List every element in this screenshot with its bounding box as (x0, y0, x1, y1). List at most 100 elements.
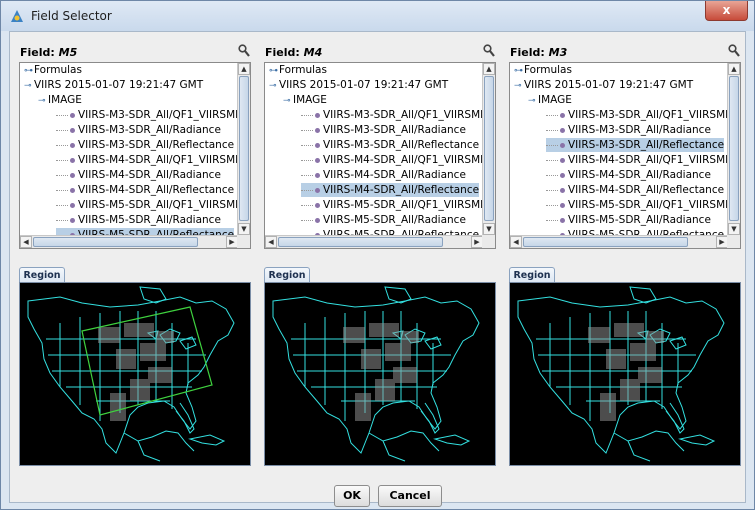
expanded-node-icon[interactable]: ⊸ (38, 94, 48, 108)
tree-item[interactable]: VIIRS-M5-SDR_All/QF1_VIIRSMBANDSDR (56, 198, 238, 212)
tree-item[interactable]: VIIRS-M3-SDR_All/Radiance (546, 123, 711, 137)
window-title: Field Selector (31, 9, 112, 23)
tree-node-dataset[interactable]: ⊸ VIIRS 2015-01-07 19:21:47 GMT (24, 78, 203, 92)
horizontal-scrollbar[interactable]: ◀ ▶ (265, 235, 483, 248)
expanded-node-icon[interactable]: ⊸ (514, 79, 524, 93)
close-button[interactable]: x (705, 1, 748, 21)
tree-item[interactable]: VIIRS-M3-SDR_All/Radiance (301, 123, 466, 137)
tree-node-label: VIIRS-M4-SDR_All/QF1_VIIRSMBANDSDR (323, 154, 483, 166)
tree-node-formulas[interactable]: ⊶Formulas (269, 63, 327, 77)
scroll-left-icon[interactable]: ◀ (265, 236, 277, 248)
expanded-node-icon[interactable]: ⊸ (528, 94, 538, 108)
field-icon (70, 172, 75, 178)
search-icon[interactable] (238, 44, 250, 58)
tree-node-formulas[interactable]: ⊶Formulas (24, 63, 82, 77)
field-icon (560, 142, 565, 148)
tree-item[interactable]: VIIRS-M5-SDR_All/Radiance (56, 213, 221, 227)
tree-node-image[interactable]: ⊸ IMAGE (38, 93, 82, 107)
tree-item[interactable]: VIIRS-M3-SDR_All/Reflectance (301, 138, 479, 152)
tree-item[interactable]: VIIRS-M3-SDR_All/QF1_VIIRSMBANDSDR (546, 108, 728, 122)
title-bar[interactable]: Field Selector x (1, 1, 754, 31)
horizontal-scrollbar[interactable]: ◀ ▶ (510, 235, 728, 248)
scroll-thumb[interactable] (729, 76, 739, 221)
collapsed-node-icon[interactable]: ⊶ (24, 64, 34, 78)
field-prefix: Field: (510, 46, 549, 59)
tree-node-image[interactable]: ⊸ IMAGE (528, 93, 572, 107)
tree-item[interactable]: VIIRS-M4-SDR_All/Radiance (301, 168, 466, 182)
region-map[interactable] (19, 282, 251, 466)
tree-item[interactable]: VIIRS-M5-SDR_All/Reflectance (301, 228, 479, 235)
tree-item[interactable]: VIIRS-M4-SDR_All/QF1_VIIRSMBANDSDR (546, 153, 728, 167)
field-icon (560, 112, 565, 118)
tree-item[interactable]: VIIRS-M5-SDR_All/QF1_VIIRSMBANDSDR (301, 198, 483, 212)
collapsed-node-icon[interactable]: ⊶ (269, 64, 279, 78)
search-icon[interactable] (728, 44, 740, 58)
expanded-node-icon[interactable]: ⊸ (24, 79, 34, 93)
expanded-node-icon[interactable]: ⊸ (283, 94, 293, 108)
ok-button[interactable]: OK (334, 485, 370, 507)
field-tree[interactable]: ⊶Formulas ⊸ VIIRS 2015-01-07 19:21:47 GMT ⊸… (19, 62, 251, 249)
tree-item[interactable]: VIIRS-M4-SDR_All/Reflectance (56, 183, 234, 197)
region-map[interactable] (264, 282, 496, 466)
tree-item[interactable]: VIIRS-M3-SDR_All/QF1_VIIRSMBANDSDR (56, 108, 238, 122)
region-map[interactable] (509, 282, 741, 466)
tree-node-label: VIIRS 2015-01-07 19:21:47 GMT (279, 79, 449, 91)
vertical-scrollbar[interactable]: ▲ ▼ (482, 63, 495, 235)
field-icon (70, 142, 75, 148)
collapsed-node-icon[interactable]: ⊶ (514, 64, 524, 78)
tab-region[interactable]: Region (19, 267, 65, 283)
scroll-down-icon[interactable]: ▼ (483, 223, 495, 235)
search-icon[interactable] (483, 44, 495, 58)
vertical-scrollbar[interactable]: ▲ ▼ (237, 63, 250, 235)
scroll-left-icon[interactable]: ◀ (20, 236, 32, 248)
scroll-down-icon[interactable]: ▼ (238, 223, 250, 235)
scroll-down-icon[interactable]: ▼ (728, 223, 740, 235)
vertical-scrollbar[interactable]: ▲ ▼ (727, 63, 740, 235)
tree-item[interactable]: VIIRS-M5-SDR_All/Reflectance (56, 228, 235, 235)
tree-item[interactable]: VIIRS-M5-SDR_All/QF1_VIIRSMBANDSDR (546, 198, 728, 212)
tree-item[interactable]: VIIRS-M4-SDR_All/Radiance (56, 168, 221, 182)
tree-item[interactable]: VIIRS-M3-SDR_All/Radiance (56, 123, 221, 137)
scroll-thumb[interactable] (523, 237, 688, 247)
tree-node-dataset[interactable]: ⊸ VIIRS 2015-01-07 19:21:47 GMT (269, 78, 448, 92)
field-icon (315, 172, 320, 178)
tree-item[interactable]: VIIRS-M4-SDR_All/Reflectance (301, 183, 480, 197)
scroll-up-icon[interactable]: ▲ (483, 63, 495, 75)
tree-item[interactable]: VIIRS-M4-SDR_All/Reflectance (546, 183, 724, 197)
scroll-thumb[interactable] (33, 237, 198, 247)
scroll-up-icon[interactable]: ▲ (728, 63, 740, 75)
field-selector-window: Field Selector x Field: M5 ⊶Formulas ⊸ VII… (0, 0, 755, 510)
scroll-thumb[interactable] (239, 76, 249, 221)
tree-node-dataset[interactable]: ⊸ VIIRS 2015-01-07 19:21:47 GMT (514, 78, 693, 92)
field-label: Field: M3 (510, 46, 567, 59)
tree-node-formulas[interactable]: ⊶Formulas (514, 63, 572, 77)
tree-node-label: IMAGE (293, 94, 327, 106)
tree-node-image[interactable]: ⊸ IMAGE (283, 93, 327, 107)
tree-item[interactable]: VIIRS-M3-SDR_All/Reflectance (56, 138, 234, 152)
tab-region[interactable]: Region (509, 267, 555, 283)
expanded-node-icon[interactable]: ⊸ (269, 79, 279, 93)
tree-item[interactable]: VIIRS-M4-SDR_All/QF1_VIIRSMBANDSDR (301, 153, 483, 167)
tree-item[interactable]: VIIRS-M3-SDR_All/QF1_VIIRSMBANDSDR (301, 108, 483, 122)
tree-item[interactable]: VIIRS-M4-SDR_All/Radiance (546, 168, 711, 182)
scroll-left-icon[interactable]: ◀ (510, 236, 522, 248)
cancel-button[interactable]: Cancel (378, 485, 442, 507)
field-icon (315, 202, 320, 208)
field-tree[interactable]: ⊶Formulas ⊸ VIIRS 2015-01-07 19:21:47 GMT ⊸… (264, 62, 496, 249)
tree-item[interactable]: VIIRS-M5-SDR_All/Radiance (546, 213, 711, 227)
field-tree[interactable]: ⊶Formulas ⊸ VIIRS 2015-01-07 19:21:47 GMT ⊸… (509, 62, 741, 249)
tree-node-label: VIIRS-M4-SDR_All/Reflectance (568, 184, 725, 196)
scroll-thumb[interactable] (278, 237, 443, 247)
field-icon (70, 127, 75, 133)
field-icon (560, 172, 565, 178)
tree-item[interactable]: VIIRS-M4-SDR_All/QF1_VIIRSMBANDSDR (56, 153, 238, 167)
tree-item[interactable]: VIIRS-M5-SDR_All/Radiance (301, 213, 466, 227)
horizontal-scrollbar[interactable]: ◀ ▶ (20, 235, 238, 248)
tree-item[interactable]: VIIRS-M5-SDR_All/Reflectance (546, 228, 724, 235)
tab-region[interactable]: Region (264, 267, 310, 283)
tree-node-label: VIIRS-M4-SDR_All/QF1_VIIRSMBANDSDR (568, 154, 728, 166)
field-prefix: Field: (265, 46, 304, 59)
tree-item[interactable]: VIIRS-M3-SDR_All/Reflectance (546, 138, 725, 152)
scroll-thumb[interactable] (484, 76, 494, 221)
scroll-up-icon[interactable]: ▲ (238, 63, 250, 75)
